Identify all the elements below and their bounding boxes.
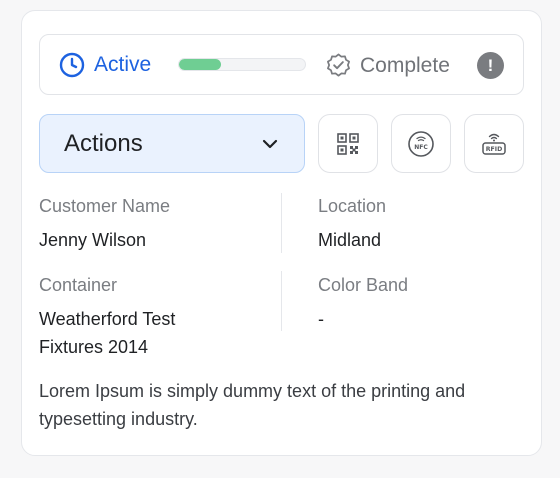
container-value-line2: Fixtures 2014 bbox=[39, 337, 149, 357]
badge-check-icon bbox=[325, 52, 352, 79]
description-line1: Lorem Ipsum is simply dummy text of the … bbox=[39, 381, 466, 401]
container-label: Container bbox=[39, 275, 118, 295]
color-band-label: Color Band bbox=[318, 275, 409, 295]
color-band-value: - bbox=[318, 309, 324, 329]
description-text: Lorem Ipsum is simply dummy text of the … bbox=[39, 377, 519, 433]
status-complete: Complete bbox=[325, 52, 450, 79]
rfid-button[interactable]: RFID bbox=[464, 114, 524, 173]
nfc-icon-text: NFC bbox=[414, 144, 428, 151]
qr-code-icon bbox=[337, 132, 359, 155]
status-active: Active bbox=[59, 52, 151, 78]
progress-fill bbox=[179, 59, 221, 70]
location-label: Location bbox=[318, 196, 387, 216]
container-value-line1: Weatherford Test bbox=[39, 309, 176, 329]
actions-dropdown-label: Actions bbox=[64, 129, 143, 157]
status-bar: Active Complete ! bbox=[39, 34, 524, 95]
nfc-icon: NFC bbox=[408, 130, 434, 157]
location-value: Midland bbox=[318, 230, 382, 250]
rfid-icon: RFID bbox=[482, 133, 506, 155]
chevron-down-icon bbox=[260, 134, 280, 154]
description-line2: typesetting industry. bbox=[39, 409, 198, 429]
field-divider bbox=[281, 193, 282, 253]
actions-dropdown[interactable]: Actions bbox=[39, 114, 305, 173]
progress-bar bbox=[178, 58, 306, 71]
info-icon[interactable]: ! bbox=[477, 52, 504, 79]
customer-name-value: Jenny Wilson bbox=[39, 230, 147, 250]
status-complete-label: Complete bbox=[360, 53, 450, 77]
status-active-label: Active bbox=[94, 53, 152, 76]
customer-name-label: Customer Name bbox=[39, 196, 171, 216]
clock-icon bbox=[59, 52, 85, 78]
nfc-button[interactable]: NFC bbox=[391, 114, 451, 173]
qr-code-button[interactable] bbox=[318, 114, 378, 173]
rfid-icon-text: RFID bbox=[486, 146, 502, 153]
field-divider bbox=[281, 271, 282, 331]
